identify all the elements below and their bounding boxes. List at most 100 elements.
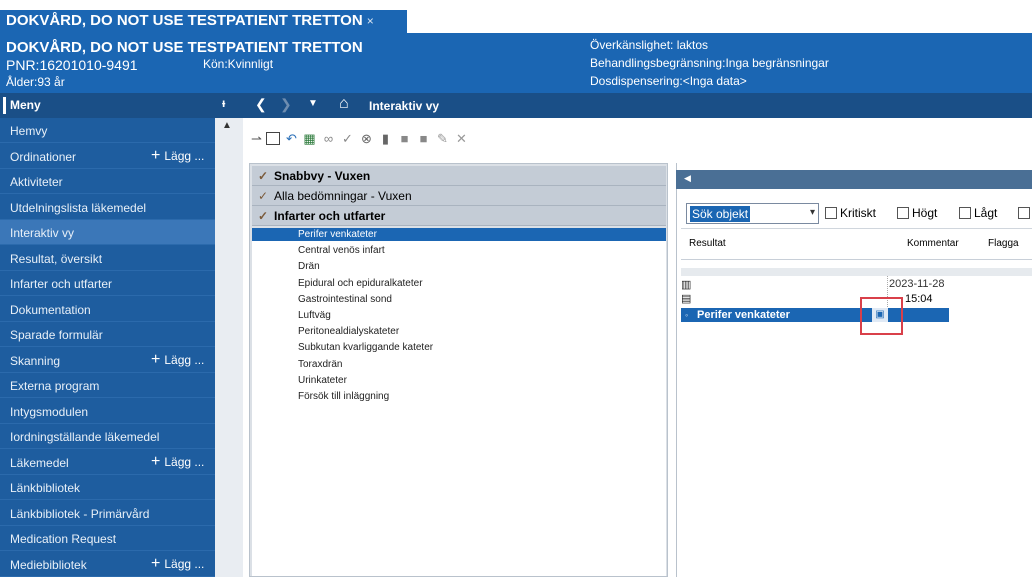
forward-icon[interactable]: ❯ (280, 96, 292, 113)
results-divider (681, 268, 1032, 276)
section-item[interactable]: Subkutan kvarliggande kateter (252, 341, 666, 354)
filter-kritiskt[interactable]: Kritiskt (825, 206, 876, 220)
add-button[interactable]: + Lägg ... (151, 452, 204, 470)
sidebar-item-label: Skanning (10, 353, 61, 368)
table-icon[interactable]: ▦ (302, 131, 317, 146)
sidebar-item[interactable]: Hemvy (0, 118, 215, 143)
menu-header-bar (3, 97, 6, 114)
section-item[interactable]: Peritonealdialyskateter (252, 325, 666, 338)
sidebar-item-label: Medication Request (10, 532, 117, 546)
sidebar-item[interactable]: Länkbibliotek (0, 475, 215, 500)
section-item[interactable]: Urinkateter (252, 374, 666, 387)
close-tab-icon[interactable]: × (367, 14, 374, 28)
sidebar-item[interactable]: Externa program (0, 373, 215, 398)
sidebar-item[interactable]: Iordningställande läkemedel (0, 424, 215, 449)
sidebar-item-label: Utdelningslista läkemedel (10, 200, 147, 215)
search-object-select[interactable]: Sök objekt ▾ (686, 203, 819, 224)
allergy-alert[interactable]: Överkänslighet: laktos (590, 38, 708, 52)
filter-hogt[interactable]: Högt (897, 206, 937, 220)
home-icon[interactable]: ⌂ (339, 95, 349, 113)
trash-icon[interactable]: ▮ (378, 131, 393, 146)
sidebar-item-label: Interaktiv vy (10, 226, 75, 240)
sidebar-item-label: Sparade formulär (10, 328, 103, 342)
expand-icon[interactable]: ◦ (685, 308, 688, 322)
add-button[interactable]: + Lägg ... (151, 147, 204, 163)
section-item[interactable]: Luftväg (252, 309, 666, 322)
close-icon[interactable]: ✕ (454, 131, 469, 146)
sidebar-item-label: Dokumentation (10, 302, 91, 317)
sidebar-item[interactable]: Mediebibliotek + Lägg ... (0, 552, 215, 577)
column-resultat[interactable]: Resultat (689, 238, 726, 249)
section-item[interactable]: Perifer venkateter (252, 228, 666, 241)
section-item[interactable]: Försök till inläggning (252, 390, 666, 403)
add-button[interactable]: + Lägg ... (151, 351, 205, 367)
sidebar-item[interactable]: Medication Request (0, 526, 215, 551)
column-flagga[interactable]: Flagga (988, 238, 1019, 249)
category-snabbvy[interactable]: ✓ Snabbvy - Vuxen (252, 166, 666, 186)
chevron-down-icon[interactable]: ▾ (810, 207, 815, 218)
menu-scrollbar[interactable]: ▲ (215, 118, 243, 577)
checkbox[interactable] (959, 207, 971, 219)
check-icon[interactable]: ✓ (340, 131, 355, 146)
column-kommentar[interactable]: Kommentar (907, 238, 959, 249)
sidebar-item[interactable]: Aktiviteter (0, 169, 215, 194)
category-infarter[interactable]: ✓ Infarter och utfarter (252, 206, 666, 226)
add-label: Lägg ... (164, 556, 205, 571)
sidebar-item[interactable]: Infarter och utfarter (0, 271, 215, 296)
checkbox[interactable] (897, 207, 909, 219)
sidebar-item[interactable]: Interaktiv vy (0, 220, 215, 245)
add-button[interactable]: + Lägg ... (151, 554, 205, 572)
sidebar-item-label: Läkemedel (10, 455, 69, 470)
chart-icon[interactable]: ▥ (681, 278, 691, 291)
block2-icon[interactable]: ■ (416, 131, 431, 146)
block-icon[interactable]: ■ (397, 131, 412, 146)
annotation-highlight-box (860, 297, 903, 335)
sidebar-item[interactable]: Dokumentation (0, 297, 215, 322)
sidebar-item[interactable]: Skanning + Lägg ... (0, 348, 215, 373)
section-item[interactable]: Toraxdrän (252, 358, 666, 371)
sidebar-item[interactable]: Läkemedel + Lägg ... (0, 450, 215, 475)
result-time: 15:04 (905, 293, 933, 305)
add-label: Lägg ... (164, 352, 205, 367)
grid-icon[interactable] (266, 132, 280, 145)
section-item[interactable]: Central venös infart (252, 244, 666, 257)
search-object-value: Sök objekt (690, 206, 751, 222)
section-item[interactable]: Epidural och epiduralkateter (252, 277, 666, 290)
sidebar-item[interactable]: Länkbibliotek - Primärvård (0, 501, 215, 526)
scroll-up-icon[interactable]: ▲ (219, 118, 235, 134)
collapse-left-icon[interactable]: ◀ (684, 173, 691, 184)
treatment-limit-alert[interactable]: Behandlingsbegränsning:Inga begränsninga… (590, 56, 829, 70)
filter-lagt[interactable]: Lågt (959, 206, 997, 220)
filter-more[interactable] (1018, 206, 1032, 220)
sign-icon[interactable]: ✎ (435, 131, 450, 146)
sidebar-item-label: Iordningställande läkemedel (10, 430, 160, 444)
section-item[interactable]: Drän (252, 260, 666, 273)
sidebar-item[interactable]: Sparade formulär (0, 322, 215, 347)
glasses-icon[interactable]: ∞ (321, 131, 336, 146)
cancel-icon[interactable]: ⊗ (359, 131, 374, 146)
sidebar-item[interactable]: Resultat, översikt (0, 246, 215, 271)
sidebar-item-label: Aktiviteter (10, 175, 63, 189)
sidebar-item[interactable]: Utdelningslista läkemedel (0, 195, 215, 220)
plus-icon: + (151, 554, 161, 572)
link-icon[interactable]: ⇀ (249, 131, 264, 146)
back-icon[interactable]: ❮ (255, 96, 267, 113)
sidebar-item[interactable]: Intygsmodulen (0, 399, 215, 424)
history-dropdown-icon[interactable]: ▼ (308, 98, 318, 109)
checkmark-icon: ✓ (258, 189, 269, 203)
dose-dispensing-alert[interactable]: Dosdispensering:<Inga data> (590, 74, 747, 88)
category-alla-bedomningar[interactable]: ✓ Alla bedömningar - Vuxen (252, 186, 666, 206)
patient-tab[interactable]: DOKVÅRD, DO NOT USE TESTPATIENT TRETTON × (0, 10, 407, 35)
category-label: Alla bedömningar - Vuxen (274, 189, 412, 203)
filter-label: Högt (912, 206, 938, 220)
undo-icon[interactable]: ↶ (284, 131, 299, 146)
result-date: 2023-11-28 (889, 278, 945, 290)
checkbox[interactable] (825, 207, 837, 219)
plus-icon: + (151, 452, 161, 470)
result-row-perifer-venkateter[interactable]: ◦ Perifer venkateter (681, 308, 949, 322)
section-item[interactable]: Gastrointestinal sond (252, 293, 666, 306)
flowsheet-icon[interactable]: ▤ (681, 292, 691, 305)
checkbox[interactable] (1018, 207, 1030, 219)
sidebar-item[interactable]: Ordinationer + Lägg ... (0, 144, 215, 169)
pin-icon[interactable]: ᵻ (222, 96, 225, 110)
